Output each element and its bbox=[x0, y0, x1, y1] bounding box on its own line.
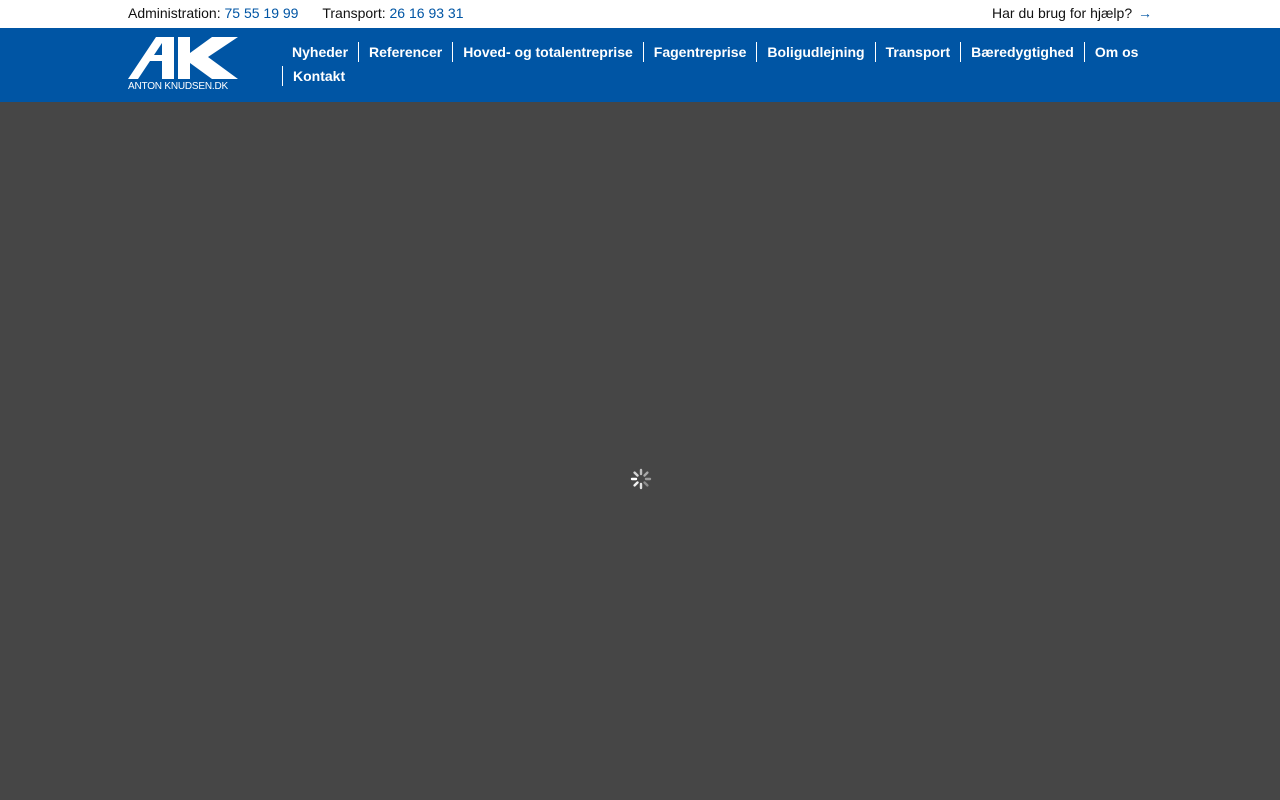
main-navigation: Nyheder Referencer Hoved- og totalentrep… bbox=[282, 42, 1182, 86]
admin-phone-link[interactable]: 75 55 19 99 bbox=[224, 5, 298, 21]
site-logo[interactable]: ANTON KNUDSEN.DK bbox=[128, 37, 240, 95]
nav-item-om-os[interactable]: Om os bbox=[1083, 42, 1149, 62]
help-link[interactable]: Har du brug for hjælp? → bbox=[992, 5, 1152, 21]
nav-item-fagentreprise[interactable]: Fagentreprise bbox=[642, 42, 757, 62]
arrow-right-icon: → bbox=[1138, 5, 1152, 21]
help-text: Har du brug for hjælp? bbox=[992, 5, 1133, 21]
loading-spinner-icon bbox=[630, 468, 652, 490]
nav-item-referencer[interactable]: Referencer bbox=[358, 42, 452, 62]
nav-item-transport[interactable]: Transport bbox=[874, 42, 961, 62]
nav-item-boligudlejning[interactable]: Boligudlejning bbox=[756, 42, 874, 62]
admin-label: Administration: bbox=[128, 5, 221, 21]
transport-contact: Transport: 26 16 93 31 bbox=[322, 5, 463, 21]
admin-contact: Administration: 75 55 19 99 bbox=[128, 5, 298, 21]
nav-item-baeredygtighed[interactable]: Bæredygtighed bbox=[960, 42, 1084, 62]
ak-logo-icon bbox=[128, 37, 238, 79]
nav-item-hoved-og-totalentreprise[interactable]: Hoved- og totalentreprise bbox=[452, 42, 643, 62]
contact-info: Administration: 75 55 19 99 Transport: 2… bbox=[128, 5, 463, 21]
main-header: ANTON KNUDSEN.DK Nyheder Referencer Hove… bbox=[0, 28, 1280, 102]
nav-item-nyheder[interactable]: Nyheder bbox=[282, 42, 358, 62]
transport-phone-link[interactable]: 26 16 93 31 bbox=[390, 5, 464, 21]
logo-wordmark: ANTON KNUDSEN.DK bbox=[128, 81, 228, 92]
nav-item-kontakt[interactable]: Kontakt bbox=[282, 66, 355, 86]
transport-label: Transport: bbox=[322, 5, 386, 21]
main-content-area bbox=[0, 102, 1280, 800]
top-utility-bar: Administration: 75 55 19 99 Transport: 2… bbox=[0, 0, 1280, 28]
